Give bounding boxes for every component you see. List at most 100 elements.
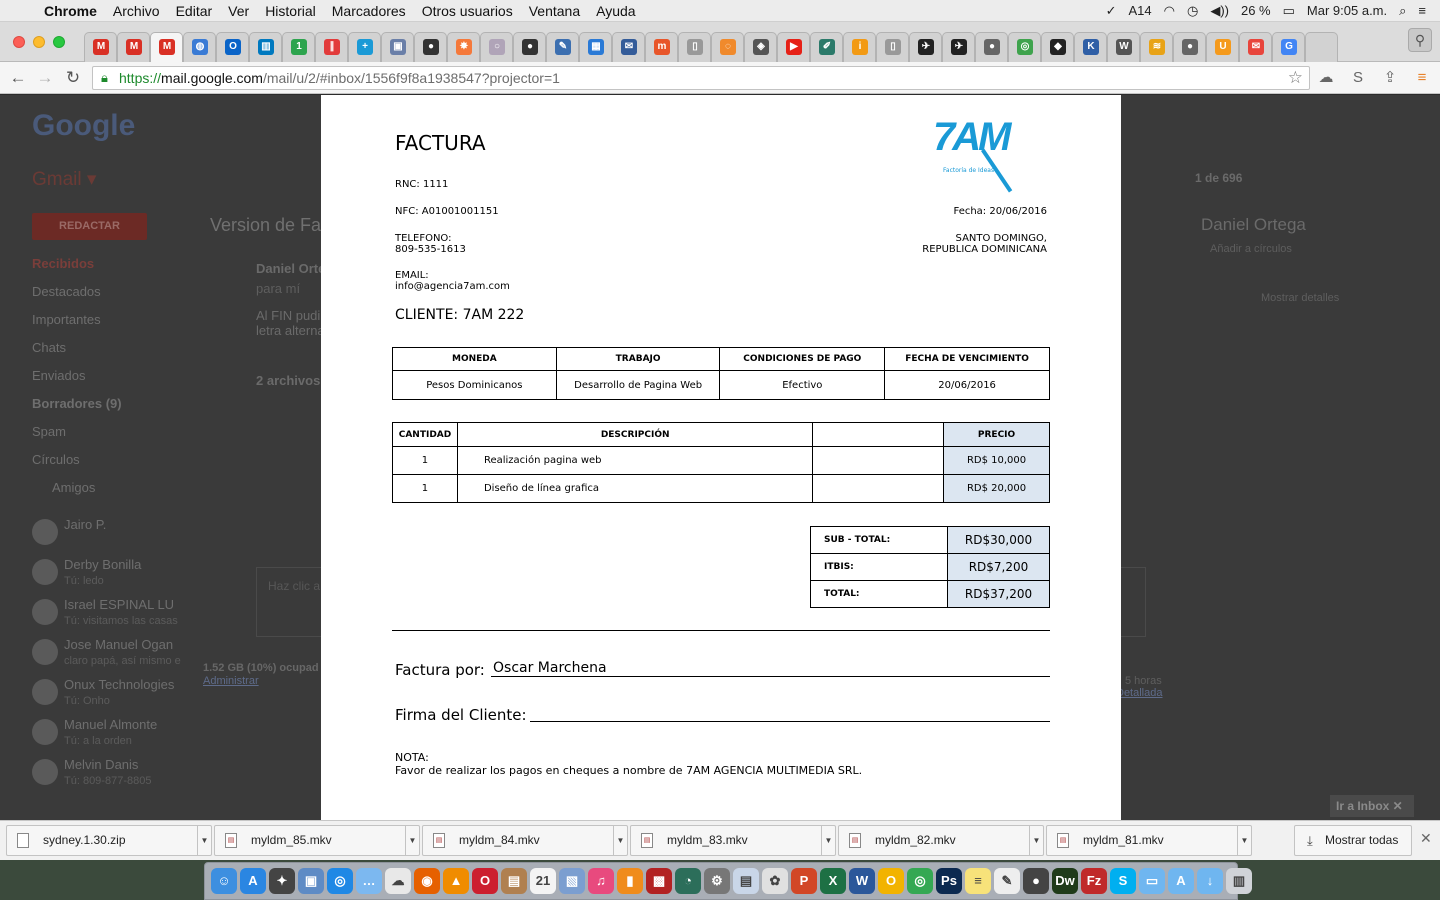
skype-ext-icon[interactable]: S bbox=[1348, 68, 1368, 88]
download-item[interactable]: ▤ myldm_83.mkv ▼ bbox=[630, 825, 836, 856]
browser-tab[interactable]: ▯ bbox=[678, 30, 711, 62]
download-item[interactable]: ▤ myldm_82.mkv ▼ bbox=[838, 825, 1044, 856]
textedit-icon[interactable]: ✎ bbox=[994, 868, 1020, 894]
browser-tab[interactable]: M bbox=[117, 30, 150, 62]
browser-tab[interactable]: ▯ bbox=[876, 30, 909, 62]
browser-tab[interactable]: M bbox=[84, 30, 117, 62]
preview-icon[interactable]: ▣ bbox=[298, 868, 324, 894]
app-store-icon[interactable]: A bbox=[240, 868, 266, 894]
pinwheel-icon[interactable]: ✿ bbox=[762, 868, 788, 894]
wifi-icon[interactable]: ◠ bbox=[1164, 3, 1175, 19]
safari-icon[interactable]: ◎ bbox=[327, 868, 353, 894]
browser-tab[interactable]: ● bbox=[414, 30, 447, 62]
preview-2-icon[interactable]: ▤ bbox=[733, 868, 759, 894]
box-icon[interactable]: ▤ bbox=[501, 868, 527, 894]
photos-icon[interactable]: ▧ bbox=[559, 868, 585, 894]
browser-tab[interactable]: O bbox=[216, 30, 249, 62]
menu-historial[interactable]: Historial bbox=[257, 3, 324, 19]
email-recipient[interactable]: para mí bbox=[256, 281, 300, 296]
browser-tab[interactable]: m bbox=[645, 30, 678, 62]
browser-tab[interactable]: ◌ bbox=[711, 30, 744, 62]
time-machine-icon[interactable]: ◔ bbox=[675, 868, 701, 894]
folder-icon[interactable]: ▭ bbox=[1139, 868, 1165, 894]
calendar-icon[interactable]: 21 bbox=[530, 868, 556, 894]
browser-tab[interactable]: ◍ bbox=[183, 30, 216, 62]
manage-storage-link[interactable]: Administrar bbox=[203, 675, 259, 687]
show-details-link[interactable]: Mostrar detalles bbox=[1261, 292, 1339, 304]
downloads-folder-icon[interactable]: ↓ bbox=[1197, 868, 1223, 894]
chevron-down-icon[interactable]: ▼ bbox=[1237, 826, 1251, 855]
back-arrow-icon[interactable]: ← bbox=[7, 67, 29, 89]
ring-app-icon[interactable]: O bbox=[878, 868, 904, 894]
notification-center-icon[interactable]: ≡ bbox=[1418, 3, 1426, 18]
browser-tab[interactable]: M bbox=[150, 30, 183, 62]
reload-icon[interactable]: ↻ bbox=[62, 67, 84, 89]
sidebar-item-destacados[interactable]: Destacados bbox=[32, 284, 101, 299]
browser-tab[interactable]: ○ bbox=[480, 30, 513, 62]
spotlight-icon[interactable]: ⌕ bbox=[1399, 3, 1406, 19]
menu-hamburger-icon[interactable]: ≡ bbox=[1412, 68, 1432, 88]
time-machine-status-icon[interactable]: ◷ bbox=[1187, 3, 1198, 19]
menu-ver[interactable]: Ver bbox=[220, 3, 257, 19]
chevron-down-icon[interactable]: ▼ bbox=[197, 826, 211, 855]
itunes-icon[interactable]: ♫ bbox=[588, 868, 614, 894]
forward-arrow-icon[interactable]: → bbox=[34, 67, 56, 89]
sidebar-item-chats[interactable]: Chats bbox=[32, 340, 66, 355]
email-sender[interactable]: Daniel Orte bbox=[256, 261, 325, 276]
compose-button[interactable]: REDACTAR bbox=[32, 213, 147, 240]
profile-icon[interactable]: ⚲ bbox=[1408, 28, 1432, 52]
window-minimize-button[interactable] bbox=[33, 36, 45, 48]
window-zoom-button[interactable] bbox=[53, 36, 65, 48]
chat-contact[interactable]: Onux Technologies Tú: Onho bbox=[32, 677, 182, 717]
chat-contact[interactable]: Jose Manuel Ogan claro papá, así mismo e bbox=[32, 637, 182, 677]
menu-editar[interactable]: Editar bbox=[168, 3, 221, 19]
add-to-circles-button[interactable]: Añadir a círculos bbox=[1210, 243, 1292, 255]
download-item[interactable]: ▤ myldm_85.mkv ▼ bbox=[214, 825, 420, 856]
browser-tab[interactable]: ● bbox=[513, 30, 546, 62]
clock[interactable]: Mar 9:05 a.m. bbox=[1307, 3, 1387, 18]
bookmark-star-icon[interactable]: ☆ bbox=[1288, 67, 1303, 89]
browser-tab[interactable]: 1 bbox=[282, 30, 315, 62]
chat-contact[interactable]: Manuel Almonte Tú: a la orden bbox=[32, 717, 182, 757]
browser-tab[interactable]: + bbox=[348, 30, 381, 62]
browser-tab[interactable]: ◆ bbox=[1041, 30, 1074, 62]
sidebar-item-importantes[interactable]: Importantes bbox=[32, 312, 101, 327]
browser-tab[interactable]: i bbox=[843, 30, 876, 62]
chevron-down-icon[interactable]: ▼ bbox=[821, 826, 835, 855]
adobe-icon[interactable]: A14 bbox=[1129, 3, 1152, 18]
excel-icon[interactable]: X bbox=[820, 868, 846, 894]
chevron-down-icon[interactable]: ▼ bbox=[613, 826, 627, 855]
browser-tab[interactable]: ∥ bbox=[315, 30, 348, 62]
browser-tab[interactable]: ✈ bbox=[909, 30, 942, 62]
volume-icon[interactable]: ◀)) bbox=[1210, 3, 1229, 19]
chat-contact[interactable]: Derby Bonilla Tú: ledo bbox=[32, 557, 182, 597]
browser-tab[interactable]: ▦ bbox=[579, 30, 612, 62]
menu-otros-usuarios[interactable]: Otros usuarios bbox=[414, 3, 521, 19]
sidebar-item-enviados[interactable]: Enviados bbox=[32, 368, 85, 383]
menu-marcadores[interactable]: Marcadores bbox=[324, 3, 414, 19]
browser-tab[interactable]: ◈ bbox=[744, 30, 777, 62]
browser-tab[interactable]: ✸ bbox=[447, 30, 480, 62]
browser-tab[interactable]: ✐ bbox=[810, 30, 843, 62]
browser-tab[interactable]: K bbox=[1074, 30, 1107, 62]
download-item[interactable]: ▤ myldm_81.mkv ▼ bbox=[1046, 825, 1252, 856]
browser-tab[interactable]: ✉ bbox=[612, 30, 645, 62]
vlc-icon[interactable]: ▲ bbox=[443, 868, 469, 894]
cloud-icon[interactable]: ☁ bbox=[1316, 68, 1336, 88]
sidebar-item-amigos[interactable]: Amigos bbox=[52, 480, 95, 495]
battery-label[interactable]: 26 % bbox=[1241, 3, 1271, 18]
check-circle-icon[interactable]: ✓ bbox=[1106, 3, 1117, 19]
browser-tab[interactable]: ▥ bbox=[249, 30, 282, 62]
menu-archivo[interactable]: Archivo bbox=[105, 3, 168, 19]
gmail-app-label[interactable]: Gmail ▾ bbox=[32, 168, 96, 191]
sheep-icon[interactable]: ☁ bbox=[385, 868, 411, 894]
browser-tab[interactable]: G bbox=[1272, 30, 1305, 62]
browser-tab[interactable]: ▶ bbox=[777, 30, 810, 62]
browser-tab[interactable] bbox=[1305, 30, 1338, 62]
browser-tab[interactable]: U bbox=[1206, 30, 1239, 62]
notes-icon[interactable]: ≡ bbox=[965, 868, 991, 894]
browser-tab[interactable]: ✈ bbox=[942, 30, 975, 62]
sidebar-item-recibidos[interactable]: Recibidos bbox=[32, 256, 94, 271]
word-icon[interactable]: W bbox=[849, 868, 875, 894]
browser-tab[interactable]: ✎ bbox=[546, 30, 579, 62]
